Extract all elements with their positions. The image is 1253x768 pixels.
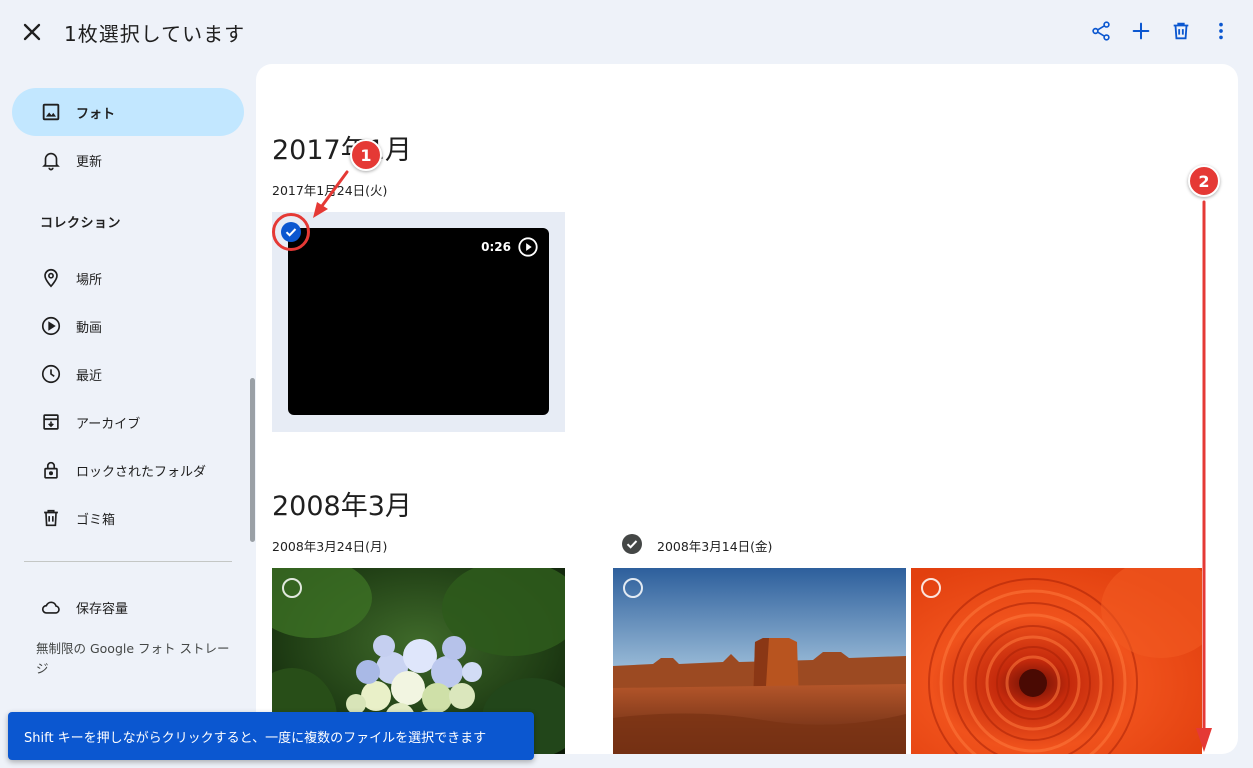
sidebar-item-trash[interactable]: ゴミ箱 [12, 494, 244, 542]
annotation-badge-1: 1 [350, 139, 382, 171]
archive-icon [43, 414, 59, 430]
annotation-highlight-circle [272, 213, 310, 251]
sidebar-item-archive[interactable]: アーカイブ [12, 398, 244, 446]
play-icon [518, 237, 538, 257]
storage-description: 無制限の Google フォト ストレージ [36, 641, 230, 676]
sidebar-item-label: 保存容量 [76, 601, 129, 617]
sidebar-item-label: 動画 [76, 320, 103, 336]
selection-count-title: 1枚選択しています [64, 22, 246, 46]
sidebar-item-videos[interactable]: 動画 [12, 302, 244, 350]
desert-butte-image [613, 568, 906, 754]
photo-icon [42, 103, 60, 121]
chrysanthemum-image [911, 568, 1202, 754]
location-icon [44, 268, 58, 288]
month-heading: 2008年3月 [272, 491, 412, 522]
sidebar-item-label: 更新 [76, 154, 103, 170]
photo-chrysanthemum[interactable] [911, 568, 1202, 754]
sidebar-item-label: 最近 [76, 368, 103, 384]
sidebar-item-label: 場所 [76, 272, 103, 288]
photo-grid-panel: 2017年1月 2017年1月24日(火) 0:26 2008年3月 2008年… [256, 64, 1238, 754]
sidebar-item-label: ロックされたフォルダ [76, 464, 207, 480]
select-circle-icon[interactable] [921, 578, 941, 598]
sidebar-item-label: アーカイブ [76, 416, 141, 432]
sidebar-divider [24, 561, 232, 562]
sidebar-item-label: フォト [76, 106, 116, 122]
annotation-arrow-1 [313, 170, 349, 218]
select-circle-icon[interactable] [282, 578, 302, 598]
photo-desert-butte[interactable] [613, 568, 906, 754]
sidebar-item-places[interactable]: 場所 [12, 254, 244, 302]
play-circle-icon [41, 316, 61, 336]
toast-message: Shift キーを押しながらクリックすると、一度に複数のファイルを選択できます [24, 730, 487, 746]
sidebar-item-storage[interactable]: 保存容量 [12, 583, 244, 631]
sidebar-item-recent[interactable]: 最近 [12, 350, 244, 398]
trash-icon [44, 509, 58, 527]
shift-select-hint-toast: Shift キーを押しながらクリックすると、一度に複数のファイルを選択できます [8, 712, 534, 760]
add-icon[interactable] [1129, 18, 1153, 44]
bell-icon [42, 152, 60, 171]
toolbar-actions [1089, 18, 1233, 44]
select-day-check-icon[interactable] [622, 534, 642, 554]
sidebar-item-updates[interactable]: 更新 [12, 136, 244, 184]
day-label: 2008年3月14日(金) [657, 539, 773, 554]
video-duration: 0:26 [481, 240, 511, 254]
sidebar-item-label: ゴミ箱 [76, 512, 116, 528]
sidebar-item-locked-folder[interactable]: ロックされたフォルダ [12, 446, 244, 494]
close-icon[interactable] [18, 18, 46, 46]
lock-icon [44, 461, 58, 479]
clock-icon [41, 364, 61, 384]
more-vert-icon[interactable] [1209, 18, 1233, 44]
trash-icon[interactable] [1169, 18, 1193, 44]
share-icon[interactable] [1089, 18, 1113, 44]
collections-heading: コレクション [40, 216, 122, 231]
select-circle-icon[interactable] [623, 578, 643, 598]
month-heading: 2017年1月 [272, 135, 412, 166]
top-bar: 1枚選択しています [0, 0, 1253, 64]
video-thumbnail[interactable]: 0:26 [288, 228, 549, 415]
sidebar-scrollbar[interactable] [250, 378, 255, 542]
sidebar-item-photos[interactable]: フォト [12, 88, 244, 136]
sidebar: フォト 更新 コレクション 場所 動画 最近 アーカイブ ロックされたフォルダ … [0, 64, 256, 768]
day-label: 2008年3月24日(月) [272, 539, 388, 554]
annotation-badge-2: 2 [1188, 165, 1220, 197]
annotation-arrow-2 [1196, 200, 1212, 752]
cloud-icon [41, 601, 60, 614]
